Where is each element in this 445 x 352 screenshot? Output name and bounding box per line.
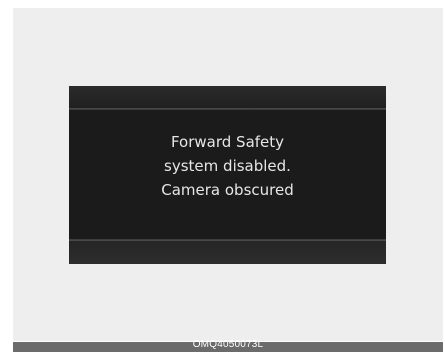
cluster-display: Forward Safety system disabled. Camera o… (69, 86, 386, 264)
display-top-band (69, 86, 386, 108)
warning-message-line: system disabled. (164, 157, 291, 175)
display-top-divider (69, 108, 386, 110)
warning-message-line: Camera obscured (161, 181, 294, 199)
warning-message-line: Forward Safety (170, 133, 285, 151)
image-code-label: OMQ4050073L (192, 339, 264, 350)
display-bottom-band (69, 241, 386, 264)
warning-message: Forward Safety system disabled. Camera o… (69, 130, 386, 202)
